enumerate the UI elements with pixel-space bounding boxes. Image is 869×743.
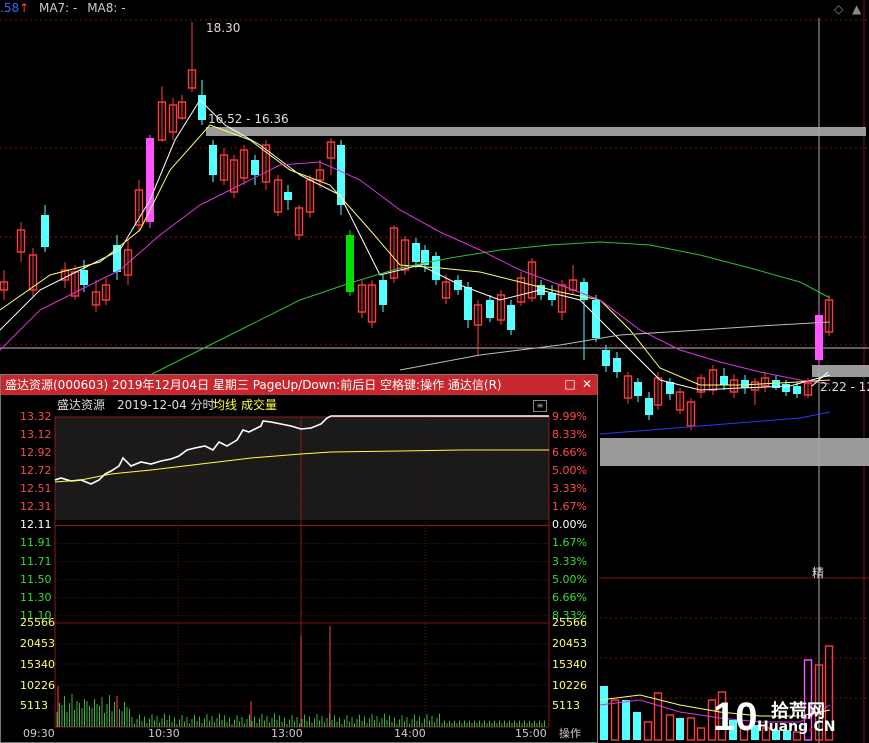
low-price-label: 2.22 - 12: [820, 380, 869, 394]
close-icon[interactable]: ✕: [581, 377, 593, 391]
volume-bar: [676, 718, 684, 740]
candle-body: [720, 376, 728, 385]
candle-body: [793, 386, 801, 394]
volume-bar: [610, 699, 620, 741]
candle-body: [666, 382, 674, 394]
watermark-number: 10: [713, 695, 758, 739]
support-band: [600, 438, 869, 466]
candle-body: [41, 215, 49, 247]
candle-body: [602, 350, 610, 366]
candle-body: [464, 287, 472, 320]
candle-body: [198, 95, 206, 120]
intraday-chart: [54, 415, 550, 728]
high-price-label: 18.30: [206, 21, 241, 35]
candle-body: [486, 300, 494, 318]
scroll-up-icon[interactable]: ▲: [852, 2, 861, 16]
candle-body: [251, 160, 259, 175]
maximize-icon[interactable]: □: [564, 377, 576, 391]
legend-arrow-icon: ↑: [19, 1, 30, 15]
candle-body: [645, 398, 653, 415]
watermark-logo: 10 拾荒网 Huang.CN: [713, 695, 863, 739]
volume-bar: [622, 700, 630, 740]
ma-legend: .58↑ MA7: - MA8: -: [0, 0, 132, 16]
candle-body: [741, 380, 749, 388]
candle-body: [613, 358, 621, 372]
band-price-label: 16.52 - 16.36: [208, 112, 289, 126]
candle-body: [113, 245, 121, 272]
candle-body: [412, 243, 420, 262]
legend-ma7: MA7: -: [38, 1, 78, 15]
candle-body: [284, 192, 292, 200]
volume-bar: [600, 686, 608, 740]
popup-title-bar[interactable]: 盛达资源(000603) 2019年12月04日 星期三 PageUp/Down…: [1, 375, 597, 395]
volume-bar: [696, 727, 706, 741]
popup-title: 盛达资源(000603) 2019年12月04日 星期三 PageUp/Down…: [5, 378, 502, 392]
candle-body: [634, 382, 642, 396]
candle-body: [507, 305, 515, 330]
diamond-icon[interactable]: ◇: [834, 2, 843, 16]
ma-blue-line: [599, 411, 831, 435]
legend-left-value: .58: [0, 1, 20, 15]
watermark-url: Huang.CN: [757, 719, 836, 735]
resistance-band: [206, 127, 866, 136]
legend-ma8: MA8: -: [87, 1, 126, 15]
candle-body: [209, 145, 217, 175]
candle-body: [80, 270, 88, 285]
candle-body: [379, 280, 387, 305]
volume-bar: [686, 717, 696, 741]
intraday-popup[interactable]: 盛达资源(000603) 2019年12月04日 星期三 PageUp/Down…: [0, 374, 598, 743]
volume-bar: [633, 712, 641, 740]
candle-body: [815, 315, 823, 360]
volume-bar: [643, 721, 653, 741]
upper-shade: [55, 417, 549, 520]
price-tag-band: [812, 365, 869, 377]
volume-bar: [665, 714, 675, 741]
candle-body: [782, 384, 790, 392]
side-tag-label: 精: [812, 566, 825, 580]
